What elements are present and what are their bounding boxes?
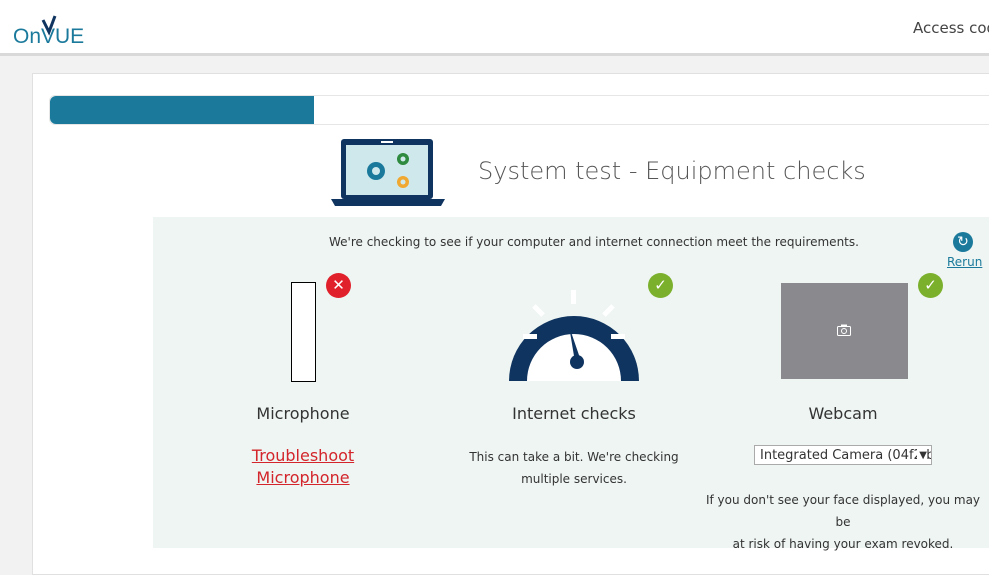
troubleshoot-line-2[interactable]: Microphone bbox=[256, 468, 349, 487]
x-icon: ✕ bbox=[326, 273, 351, 298]
equipment-checks-panel: We're checking to see if your computer a… bbox=[153, 217, 989, 551]
webcam-note-line-1: If you don't see your face displayed, yo… bbox=[705, 493, 981, 529]
internet-checks-label: Internet checks bbox=[512, 404, 636, 423]
check-icon: ✓ bbox=[648, 273, 673, 298]
webcam-preview bbox=[781, 283, 908, 379]
intro-text: We're checking to see if your computer a… bbox=[329, 235, 859, 249]
chevron-down-icon[interactable]: ▼ bbox=[917, 446, 927, 464]
top-bar: OnVUE Access code bbox=[0, 0, 989, 56]
microphone-label: Microphone bbox=[256, 404, 350, 423]
internet-note-line-2: multiple services. bbox=[521, 472, 627, 486]
internet-note-line-1: This can take a bit. We're checking bbox=[469, 450, 679, 464]
laptop-gears-icon bbox=[331, 139, 445, 206]
main-card: System test - Equipment checks We're che… bbox=[32, 73, 989, 575]
camera-select[interactable]: Integrated Camera (04f2:b6d9) ▼ bbox=[754, 445, 932, 465]
microphone-level-meter bbox=[291, 282, 316, 382]
progress-fill bbox=[50, 96, 314, 124]
webcam-label: Webcam bbox=[808, 404, 878, 423]
refresh-icon[interactable]: ↻ bbox=[953, 232, 973, 252]
onvue-logo: OnVUE bbox=[13, 15, 84, 46]
speedometer-icon bbox=[509, 290, 639, 381]
check-icon: ✓ bbox=[918, 273, 943, 298]
internet-checks-note: This can take a bit. We're checking mult… bbox=[469, 446, 679, 490]
webcam-note-line-2: at risk of having your exam revoked. bbox=[732, 537, 954, 551]
troubleshoot-line-1[interactable]: Troubleshoot bbox=[252, 446, 354, 465]
webcam-note: If you don't see your face displayed, yo… bbox=[705, 489, 981, 555]
camera-icon bbox=[837, 324, 851, 336]
camera-select-value[interactable]: Integrated Camera (04f2:b6d9) bbox=[760, 448, 931, 463]
rerun-link[interactable]: Rerun bbox=[947, 255, 982, 269]
rerun-button[interactable]: ↻ Rerun bbox=[943, 231, 983, 271]
troubleshoot-microphone-link[interactable]: Troubleshoot Microphone bbox=[243, 445, 363, 489]
page-title: System test - Equipment checks bbox=[478, 157, 866, 185]
access-code-label: Access code bbox=[913, 19, 989, 37]
progress-bar bbox=[49, 95, 989, 125]
